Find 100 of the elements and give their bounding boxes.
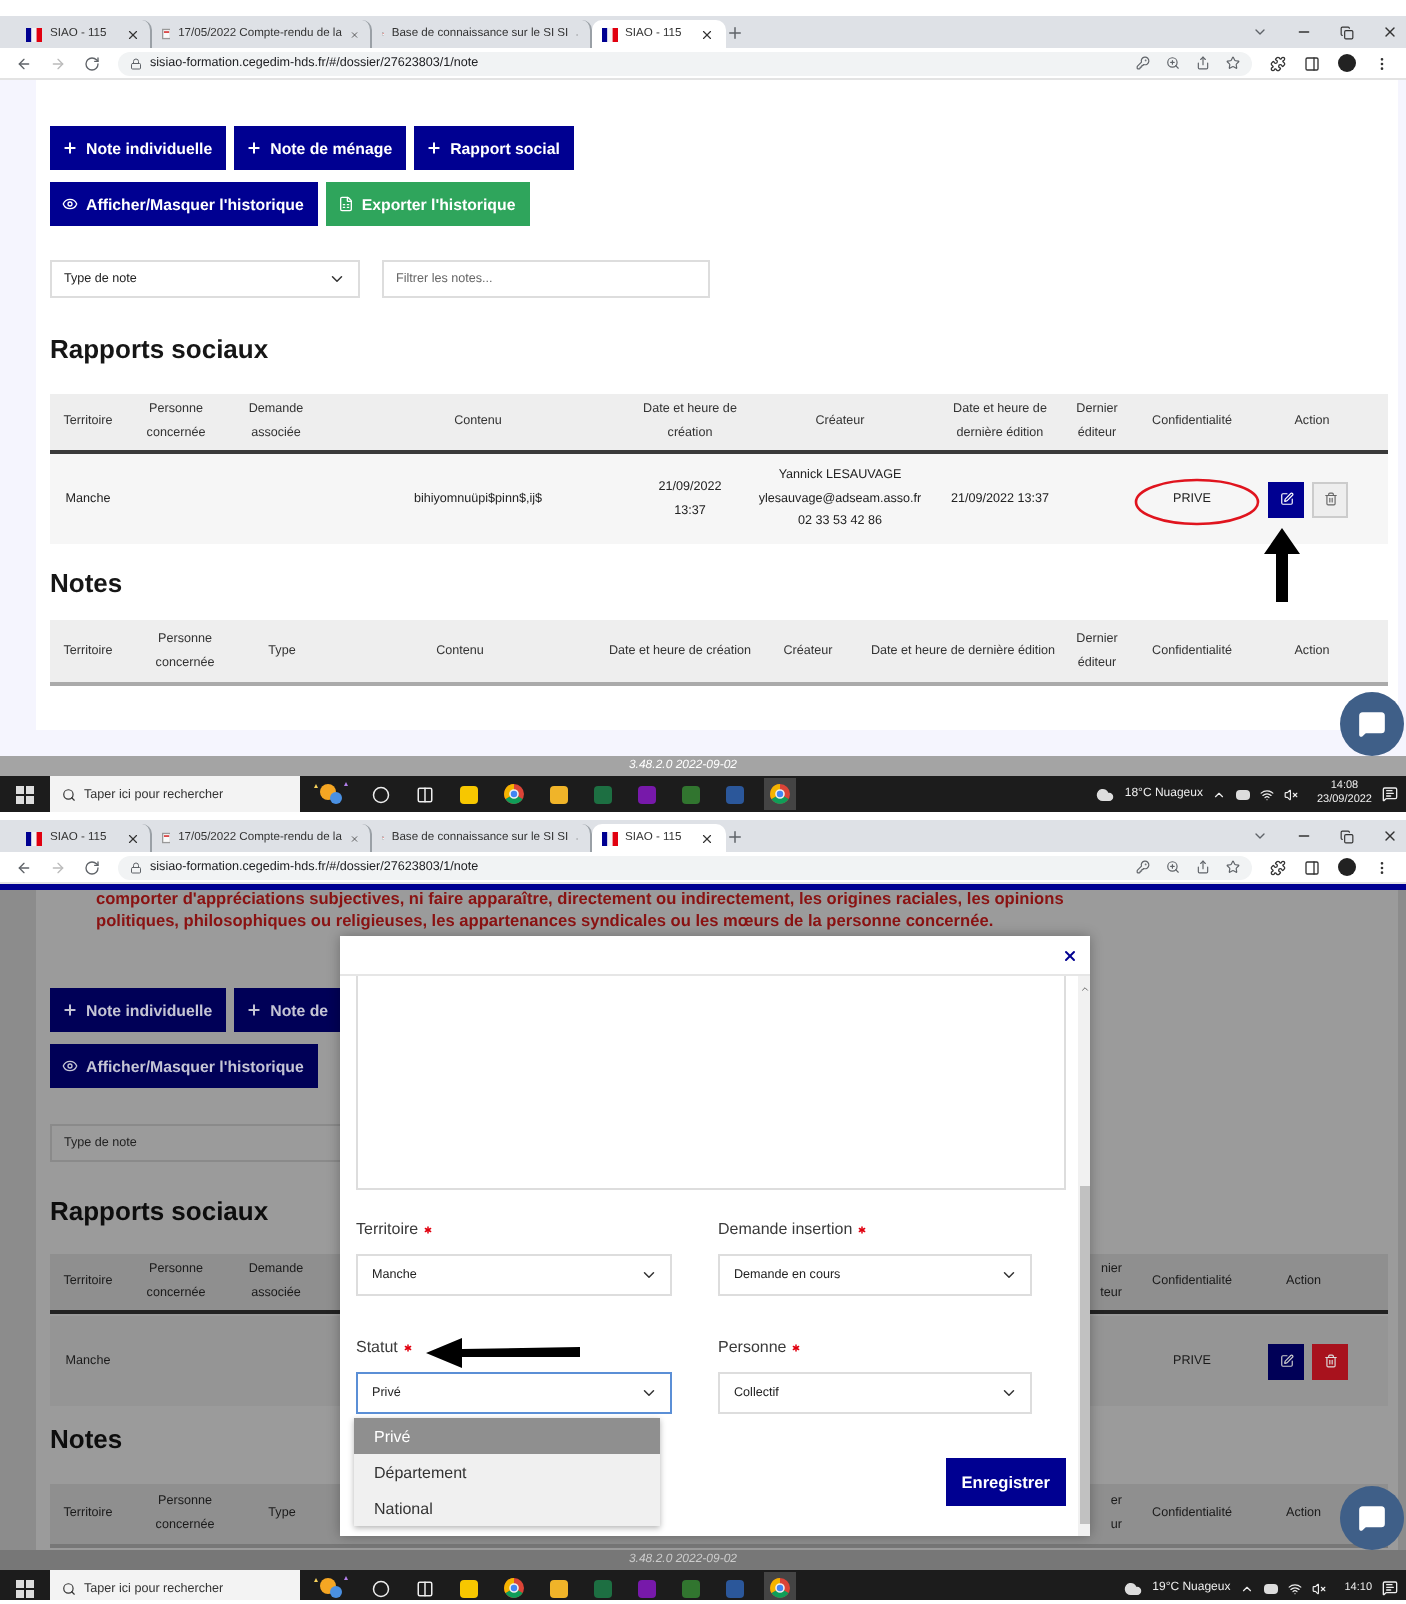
cloud-icon xyxy=(1096,785,1115,803)
extensions-icon[interactable] xyxy=(1270,859,1286,875)
back-icon[interactable] xyxy=(16,55,32,71)
cloud-icon xyxy=(1124,1579,1143,1597)
edit-icon xyxy=(1279,492,1293,506)
word-app-icon[interactable] xyxy=(726,785,744,803)
field-label: Demande insertion xyxy=(718,1220,853,1238)
avatar-icon[interactable] xyxy=(1338,54,1356,72)
task-view-icon[interactable] xyxy=(416,1579,434,1597)
avatar-icon[interactable] xyxy=(1338,858,1356,876)
section-heading: Rapports sociaux xyxy=(50,1196,269,1226)
section-heading: Notes xyxy=(50,568,123,598)
flag-icon xyxy=(26,27,42,41)
zoom-icon[interactable] xyxy=(1166,860,1180,874)
chat-button[interactable] xyxy=(1340,692,1404,756)
lock-icon xyxy=(130,861,142,873)
field-label: Statut xyxy=(356,1338,398,1356)
warning-text: comporter d'appréciations subjectives, ni faire apparaître, directement ou indirectement, les origines raciales, les opinions politiques, philosophiques ou religieuses, les appartenances syndicales ou les mœurs de la personne concernée. xyxy=(96,890,1066,932)
reload-icon[interactable] xyxy=(84,55,100,71)
key-icon[interactable] xyxy=(1136,56,1150,70)
key-icon[interactable] xyxy=(1136,860,1150,874)
reload-icon[interactable] xyxy=(84,859,100,875)
flag-icon xyxy=(26,831,42,845)
eye-icon xyxy=(62,1058,78,1074)
share-icon[interactable] xyxy=(1196,860,1210,874)
side-panel-icon[interactable] xyxy=(1304,55,1320,71)
browser-icon[interactable] xyxy=(770,784,790,804)
plus-icon xyxy=(62,1002,78,1018)
extensions-icon[interactable] xyxy=(1270,55,1286,71)
battery-icon[interactable] xyxy=(1236,789,1251,799)
field-label: Personne xyxy=(718,1338,787,1356)
trash-icon xyxy=(1323,1354,1337,1368)
new-tab-icon[interactable] xyxy=(726,23,744,41)
task-view-icon[interactable] xyxy=(416,785,434,803)
notes-app-icon[interactable] xyxy=(460,785,478,803)
chevron-down-icon xyxy=(640,1384,658,1402)
zoom-icon[interactable] xyxy=(1166,56,1180,70)
flag-icon xyxy=(601,27,617,41)
scrollbar[interactable] xyxy=(1078,976,1090,1536)
section-heading: Notes xyxy=(50,1424,123,1454)
share-icon[interactable] xyxy=(1196,56,1210,70)
note-text-field[interactable] xyxy=(356,976,1066,1190)
star-icon[interactable] xyxy=(1226,56,1240,70)
folder-icon[interactable] xyxy=(550,1579,568,1597)
battery-icon[interactable] xyxy=(1264,1583,1279,1593)
star-icon[interactable] xyxy=(1226,860,1240,874)
caret-up-icon[interactable] xyxy=(1212,787,1227,801)
scroll-up-icon xyxy=(1079,984,1089,994)
spreadsheet-icon xyxy=(337,196,354,212)
chat-icon xyxy=(1358,1504,1386,1532)
browser-icon[interactable] xyxy=(504,1578,524,1598)
spreadsheet-app-icon[interactable] xyxy=(594,1579,612,1597)
restore-icon[interactable] xyxy=(1340,829,1354,843)
search-highlight-drawing xyxy=(308,780,352,808)
browser-icon[interactable] xyxy=(504,784,524,804)
edit-button[interactable] xyxy=(1268,481,1304,517)
edit-button[interactable] xyxy=(1268,1343,1304,1379)
notification-icon[interactable] xyxy=(1382,1580,1398,1596)
new-tab-icon[interactable] xyxy=(726,827,744,845)
chevron-down-icon xyxy=(1000,1266,1018,1284)
folder-icon[interactable] xyxy=(550,785,568,803)
wifi-icon[interactable] xyxy=(1260,787,1275,801)
search-icon xyxy=(62,787,76,801)
edit-icon xyxy=(1279,1354,1293,1368)
delete-button[interactable] xyxy=(1312,1343,1348,1379)
browser-icon[interactable] xyxy=(770,1578,790,1598)
chevron-down-icon[interactable] xyxy=(1252,828,1268,844)
plus-icon xyxy=(246,140,263,156)
search-icon xyxy=(62,1581,76,1595)
windows-icon[interactable] xyxy=(16,785,34,803)
word-app-icon[interactable] xyxy=(726,1579,744,1597)
project-app-icon[interactable] xyxy=(682,785,700,803)
chevron-down-icon xyxy=(1000,1384,1018,1402)
back-icon[interactable] xyxy=(16,859,32,875)
section-heading: Rapports sociaux xyxy=(50,334,269,364)
wifi-icon[interactable] xyxy=(1288,1581,1303,1595)
trash-icon xyxy=(1323,492,1337,506)
chevron-down-icon[interactable] xyxy=(1252,24,1268,40)
project-app-icon[interactable] xyxy=(682,1579,700,1597)
volume-icon[interactable] xyxy=(1284,787,1299,801)
eye-icon xyxy=(62,196,78,212)
notes-app-icon[interactable] xyxy=(460,1579,478,1597)
side-panel-icon[interactable] xyxy=(1304,859,1320,875)
dropdown-option[interactable]: National xyxy=(354,1490,660,1526)
field-label: Territoire xyxy=(356,1220,419,1238)
spreadsheet-app-icon[interactable] xyxy=(594,785,612,803)
volume-icon[interactable] xyxy=(1312,1581,1327,1595)
plus-icon xyxy=(246,1002,263,1018)
dropdown-option[interactable]: Département xyxy=(354,1454,660,1490)
cortana-icon[interactable] xyxy=(372,785,390,803)
restore-icon[interactable] xyxy=(1340,25,1354,39)
plus-icon xyxy=(426,140,443,156)
chevron-down-icon xyxy=(640,1266,658,1284)
windows-icon[interactable] xyxy=(16,1579,34,1597)
lock-icon xyxy=(130,57,142,69)
notification-icon[interactable] xyxy=(1382,786,1398,802)
plus-icon xyxy=(62,140,78,156)
cortana-icon[interactable] xyxy=(372,1579,390,1597)
caret-up-icon[interactable] xyxy=(1240,1581,1255,1595)
save-button[interactable]: Enregistrer xyxy=(945,1458,1066,1506)
